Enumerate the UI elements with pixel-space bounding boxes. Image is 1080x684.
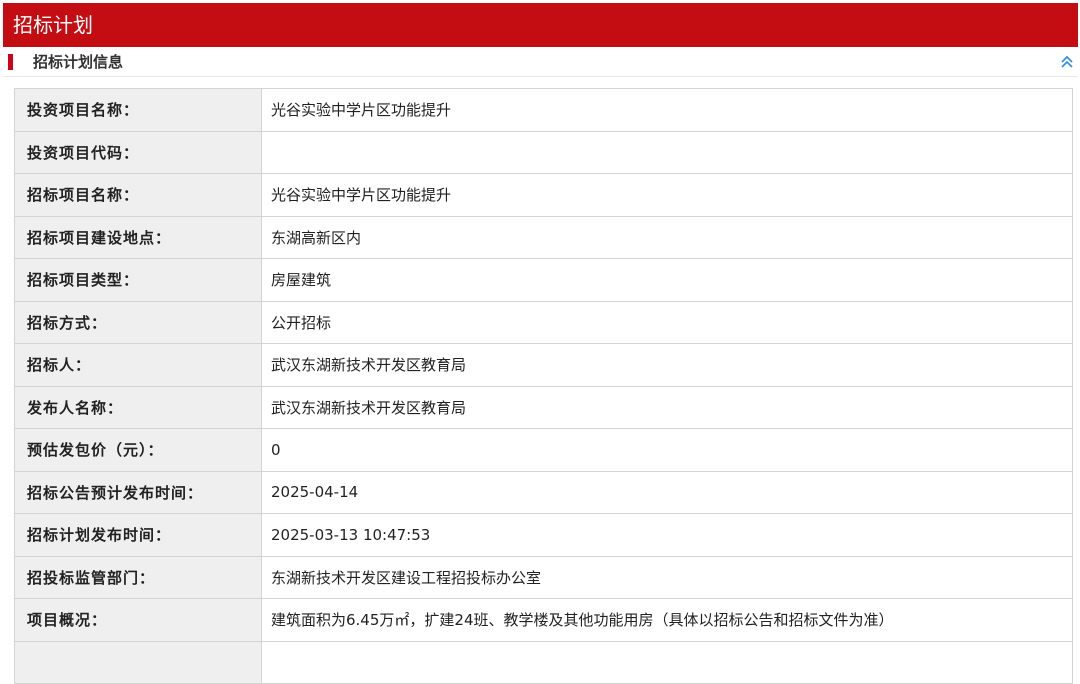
- field-label: 投资项目代码：: [14, 130, 262, 174]
- table-row: 投资项目代码：: [14, 130, 1073, 174]
- field-value: 2025-03-13 10:47:53: [261, 513, 1073, 557]
- table-row: 招标公告预计发布时间： 2025-04-14: [14, 470, 1073, 514]
- field-label: 招标项目类型：: [14, 258, 262, 302]
- table-row: 发布人名称： 武汉东湖新技术开发区教育局: [14, 385, 1073, 429]
- field-value: [261, 130, 1073, 174]
- field-value: 光谷实验中学片区功能提升: [261, 173, 1073, 217]
- section-marker: [8, 54, 13, 70]
- table-row: 预估发包价（元）： 0: [14, 428, 1073, 472]
- field-label: 招标项目名称：: [14, 173, 262, 217]
- field-value: 0: [261, 428, 1073, 472]
- page-title: 招标计划: [13, 13, 93, 37]
- field-value: 光谷实验中学片区功能提升: [261, 88, 1073, 132]
- field-label: [14, 640, 262, 684]
- table-row: 项目概况： 建筑面积为6.45万㎡，扩建24班、教学楼及其他功能用房（具体以招标公…: [14, 598, 1073, 642]
- field-value: [261, 640, 1073, 684]
- field-value: 建筑面积为6.45万㎡，扩建24班、教学楼及其他功能用房（具体以招标公告和招标文…: [261, 598, 1073, 642]
- field-label: 招标方式：: [14, 300, 262, 344]
- table-row: 招标方式： 公开招标: [14, 300, 1073, 344]
- field-label: 招投标监管部门：: [14, 555, 262, 599]
- field-label: 招标计划发布时间：: [14, 513, 262, 557]
- chevron-double-up-icon[interactable]: [1060, 54, 1074, 70]
- field-value: 2025-04-14: [261, 470, 1073, 514]
- field-value: 武汉东湖新技术开发区教育局: [261, 385, 1073, 429]
- field-label: 发布人名称：: [14, 385, 262, 429]
- table-row: 招标人： 武汉东湖新技术开发区教育局: [14, 343, 1073, 387]
- field-value: 武汉东湖新技术开发区教育局: [261, 343, 1073, 387]
- table-row: 招投标监管部门： 东湖新技术开发区建设工程招投标办公室: [14, 555, 1073, 599]
- field-value: 东湖高新区内: [261, 215, 1073, 259]
- field-label: 招标人：: [14, 343, 262, 387]
- page-header: 招标计划: [3, 3, 1078, 47]
- section-title: 招标计划信息: [33, 53, 124, 71]
- field-label: 预估发包价（元）：: [14, 428, 262, 472]
- table-row: 投资项目名称： 光谷实验中学片区功能提升: [14, 88, 1073, 132]
- table-row: 招标项目类型： 房屋建筑: [14, 258, 1073, 302]
- table-row: 招标计划发布时间： 2025-03-13 10:47:53: [14, 513, 1073, 557]
- section-bar: 招标计划信息: [3, 47, 1078, 77]
- field-label: 投资项目名称：: [14, 88, 262, 132]
- plan-info-table: 投资项目名称： 光谷实验中学片区功能提升 投资项目代码： 招标项目名称： 光谷实验中学片…: [14, 88, 1073, 684]
- field-value: 东湖新技术开发区建设工程招投标办公室: [261, 555, 1073, 599]
- table-row: 招标项目建设地点： 东湖高新区内: [14, 215, 1073, 259]
- field-value: 公开招标: [261, 300, 1073, 344]
- table-row: [14, 640, 1073, 684]
- table-row: 招标项目名称： 光谷实验中学片区功能提升: [14, 173, 1073, 217]
- field-label: 项目概况：: [14, 598, 262, 642]
- field-label: 招标公告预计发布时间：: [14, 470, 262, 514]
- field-label: 招标项目建设地点：: [14, 215, 262, 259]
- field-value: 房屋建筑: [261, 258, 1073, 302]
